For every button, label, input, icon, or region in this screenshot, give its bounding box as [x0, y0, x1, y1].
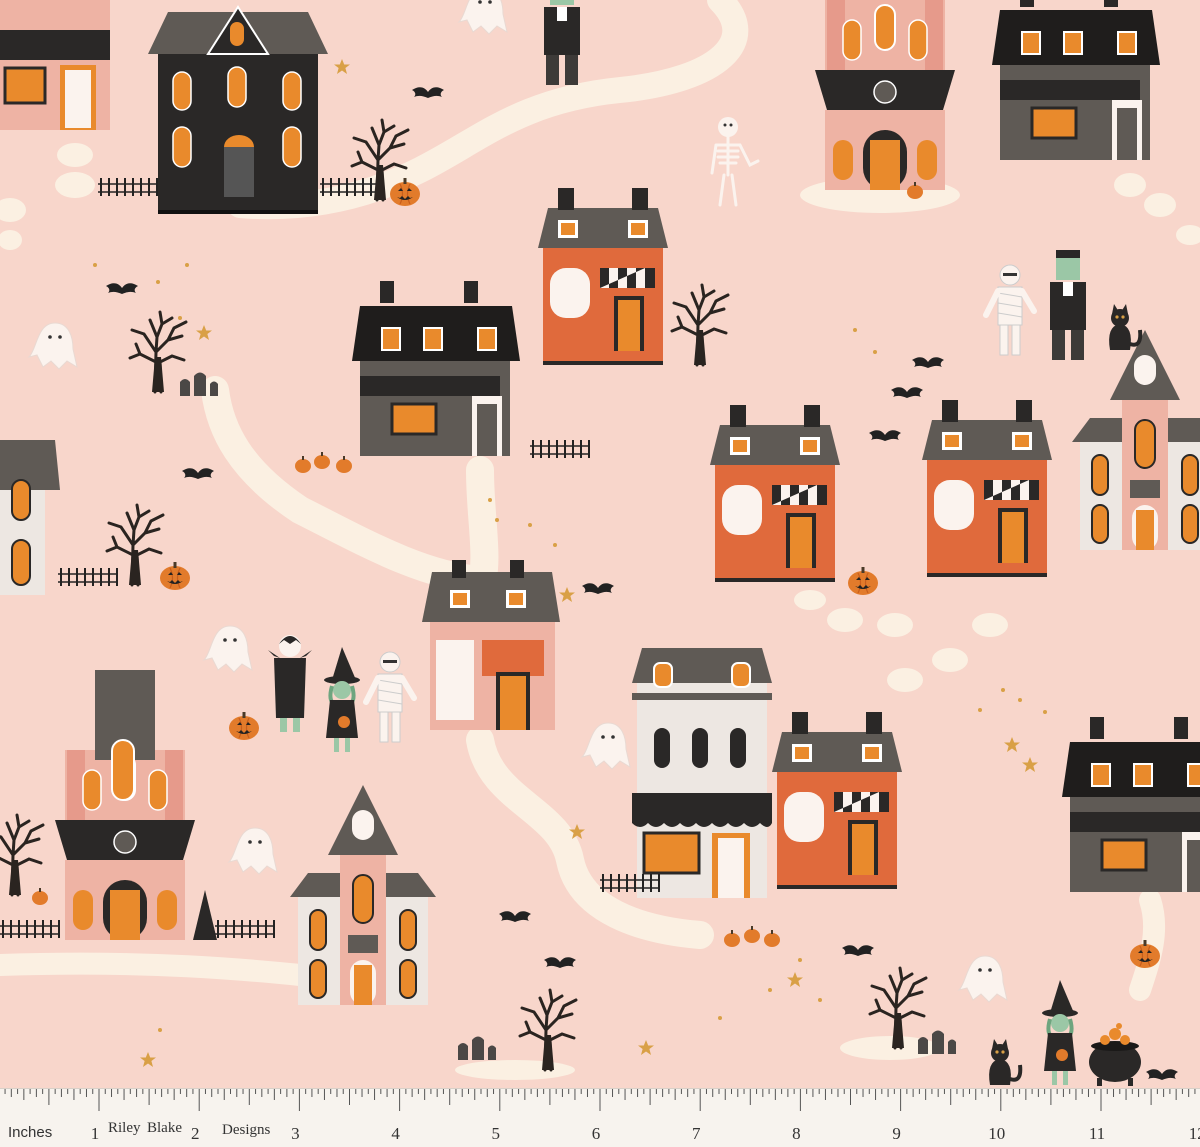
- brand-word-blake: Blake: [147, 1120, 182, 1136]
- ruler-number: 12: [1188, 1124, 1200, 1143]
- ruler-number: 5: [491, 1124, 501, 1143]
- ruler-unit-label: Inches: [8, 1124, 53, 1141]
- ruler-number: 4: [391, 1124, 400, 1143]
- ruler-number: 2: [190, 1124, 200, 1143]
- ruler-number: 11: [1088, 1124, 1106, 1143]
- ruler-number: 7: [691, 1124, 701, 1143]
- haunted-house-icon: [0, 0, 110, 130]
- ruler-number: 10: [988, 1124, 1006, 1143]
- ruler-number: 8: [792, 1124, 801, 1143]
- ruler-number: 9: [892, 1124, 901, 1143]
- ruler-number: 3: [291, 1124, 300, 1143]
- brand-word-riley: Riley: [108, 1120, 141, 1136]
- halloween-fabric-pattern: [0, 0, 1200, 1088]
- ruler-number: 1: [90, 1124, 100, 1143]
- brand-word-designs: Designs: [222, 1122, 271, 1138]
- ruler-number: 6: [591, 1124, 601, 1143]
